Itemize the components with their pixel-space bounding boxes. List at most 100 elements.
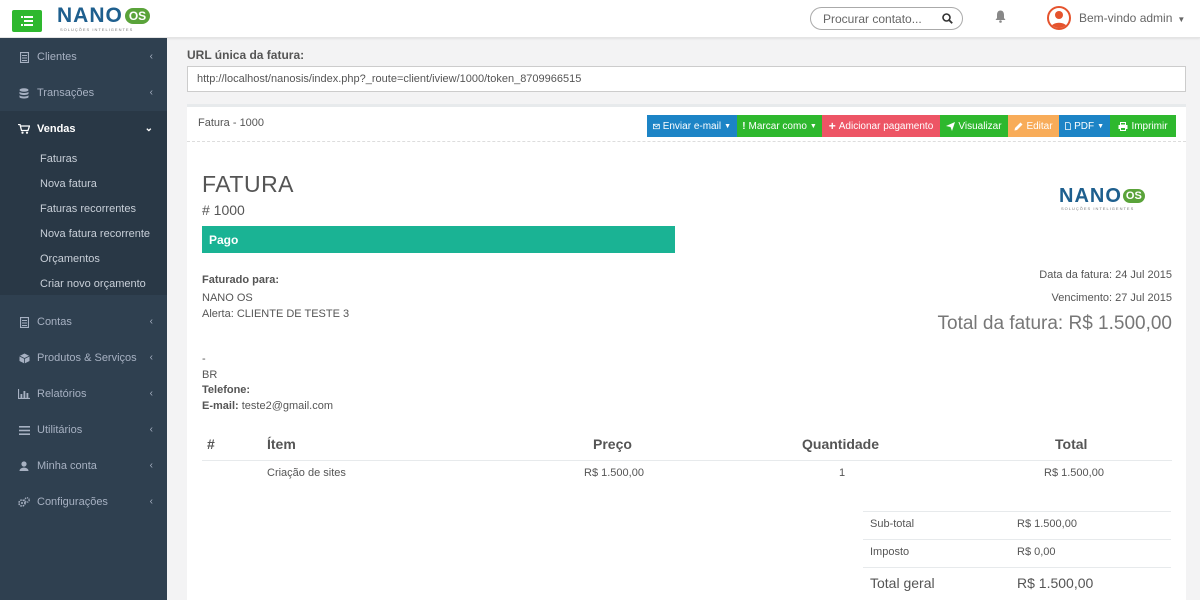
email-label: E-mail: <box>202 400 239 412</box>
summary-divider <box>863 567 1171 568</box>
submenu-item-faturas[interactable]: Faturas <box>40 153 77 165</box>
button-label: Visualizar <box>958 120 1002 132</box>
sidebar-item-label: Produtos & Serviços <box>37 352 137 364</box>
sidebar-item-transacoes[interactable]: Transações ‹ <box>0 75 167 111</box>
billed-to-label: Faturado para: <box>202 274 280 286</box>
sidebar-item-produtos[interactable]: Produtos & Serviços ‹ <box>0 340 167 376</box>
cube-icon <box>18 353 30 363</box>
sidebar-item-label: Utilitários <box>37 424 83 436</box>
user-menu[interactable]: Bem-vindo admin ▼ <box>1079 11 1185 25</box>
invoice-logo-tagline: SOLUÇÕES INTELIGENTES <box>1061 206 1135 211</box>
col-header-number: # <box>207 436 215 452</box>
invoice-heading: FATURA <box>202 171 295 197</box>
row-price: R$ 1.500,00 <box>584 467 644 479</box>
welcome-text: Bem-vindo admin <box>1079 11 1173 25</box>
file-icon <box>19 51 29 63</box>
invoice-url-label: URL única da fatura: <box>187 48 305 62</box>
edit-button[interactable]: Editar <box>1008 115 1059 137</box>
invoice-logo: NANO OS <box>1059 185 1145 208</box>
button-label: Editar <box>1026 120 1053 132</box>
sidebar-item-relatorios[interactable]: Relatórios ‹ <box>0 376 167 412</box>
user-avatar-icon <box>1051 11 1067 28</box>
client-name: NANO OS <box>202 292 253 304</box>
sidebar-item-vendas[interactable]: Vendas ⌄ <box>0 111 167 147</box>
submenu-item-nova-fatura-recorrente[interactable]: Nova fatura recorrente <box>40 228 150 240</box>
print-icon <box>1118 121 1128 131</box>
chevron-left-icon: ‹ <box>149 316 153 327</box>
invoice-number: # 1000 <box>202 202 245 218</box>
search-icon[interactable] <box>942 13 953 24</box>
file-icon <box>19 316 29 328</box>
sidebar-item-label: Configurações <box>37 496 108 508</box>
chevron-left-icon: ‹ <box>149 460 153 471</box>
button-label: Adicionar pagamento <box>838 120 934 132</box>
chevron-left-icon: ‹ <box>149 51 153 62</box>
client-alert: Alerta: CLIENTE DE TESTE 3 <box>202 308 350 320</box>
bell-icon[interactable] <box>995 10 1006 23</box>
caret-down-icon: ▼ <box>809 122 817 130</box>
button-label: Marcar como <box>748 120 807 132</box>
submenu-item-faturas-recorrentes[interactable]: Faturas recorrentes <box>40 203 136 215</box>
avatar[interactable] <box>1047 6 1071 30</box>
chevron-left-icon: ‹ <box>149 87 153 98</box>
submenu-item-nova-fatura[interactable]: Nova fatura <box>40 178 97 190</box>
sidebar-item-contas[interactable]: Contas ‹ <box>0 304 167 340</box>
invoice-total: Total da fatura: R$ 1.500,00 <box>937 313 1173 334</box>
sidebar-item-minha-conta[interactable]: Minha conta ‹ <box>0 448 167 484</box>
invoice-date: Data da fatura: 24 Jul 2015 <box>1039 269 1172 281</box>
menu-icon <box>21 16 33 26</box>
client-email: E-mail: teste2@gmail.com <box>202 400 333 412</box>
invoice-url-field[interactable]: http://localhost/nanosis/index.php?_rout… <box>187 66 1186 92</box>
row-quantity: 1 <box>839 467 846 479</box>
mark-as-button[interactable]: ! Marcar como ▼ <box>737 115 822 137</box>
col-header-price: Preço <box>593 436 632 452</box>
paper-plane-icon <box>946 121 956 131</box>
col-header-quantity: Quantidade <box>802 436 880 452</box>
app-logo[interactable]: NANO OS <box>57 5 151 26</box>
col-header-total: Total <box>1055 436 1088 452</box>
chevron-down-icon: ⌄ <box>144 123 153 134</box>
sidebar-toggle-button[interactable] <box>12 10 42 32</box>
row-item: Criação de sites <box>267 467 346 479</box>
chevron-left-icon: ‹ <box>149 352 153 363</box>
sidebar-item-label: Clientes <box>37 51 77 63</box>
search-input[interactable] <box>823 12 938 26</box>
subtotal-value: R$ 1.500,00 <box>1017 518 1077 530</box>
submenu-item-orcamentos[interactable]: Orçamentos <box>40 253 100 265</box>
add-payment-button[interactable]: + Adicionar pagamento <box>822 115 940 137</box>
list-icon <box>18 425 30 435</box>
user-icon <box>19 461 29 471</box>
tax-value: R$ 0,00 <box>1017 546 1056 558</box>
summary-divider <box>863 539 1171 540</box>
submenu-item-criar-orcamento[interactable]: Criar novo orçamento <box>40 278 146 290</box>
button-label: Imprimir <box>1131 120 1168 132</box>
sidebar-item-label: Relatórios <box>37 388 87 400</box>
top-navbar: NANO OS SOLUÇÕES INTELIGENTES Bem-vindo … <box>0 0 1200 38</box>
sidebar: Clientes ‹ Transações ‹ Vendas ⌄ Faturas… <box>0 38 167 600</box>
pdf-button[interactable]: PDF ▼ <box>1059 115 1110 137</box>
caret-down-icon: ▼ <box>724 122 731 130</box>
grand-total-label: Total geral <box>870 575 935 591</box>
file-pdf-icon <box>1065 122 1072 130</box>
send-email-button[interactable]: Enviar e-mail ▼ <box>647 115 737 137</box>
view-button[interactable]: Visualizar <box>940 115 1008 137</box>
sidebar-item-label: Contas <box>37 316 72 328</box>
sidebar-item-utilitarios[interactable]: Utilitários ‹ <box>0 412 167 448</box>
button-label: Enviar e-mail <box>662 120 722 132</box>
contact-search <box>810 7 963 30</box>
row-total: R$ 1.500,00 <box>1044 467 1104 479</box>
sidebar-item-configuracoes[interactable]: Configurações ‹ <box>0 484 167 520</box>
invoice-logo-badge: OS <box>1122 189 1145 203</box>
sidebar-item-clientes[interactable]: Clientes ‹ <box>0 39 167 75</box>
chevron-left-icon: ‹ <box>149 424 153 435</box>
plus-icon: + <box>828 119 836 133</box>
tax-label: Imposto <box>870 546 910 558</box>
logo-tagline: SOLUÇÕES INTELIGENTES <box>60 27 134 32</box>
invoice-logo-text: NANO <box>1059 185 1122 207</box>
print-button[interactable]: Imprimir <box>1110 115 1176 137</box>
cogs-icon <box>18 497 30 507</box>
database-icon <box>19 87 29 98</box>
email-value: teste2@gmail.com <box>241 400 334 412</box>
sidebar-item-label: Transações <box>37 87 95 99</box>
summary-divider <box>863 511 1171 512</box>
